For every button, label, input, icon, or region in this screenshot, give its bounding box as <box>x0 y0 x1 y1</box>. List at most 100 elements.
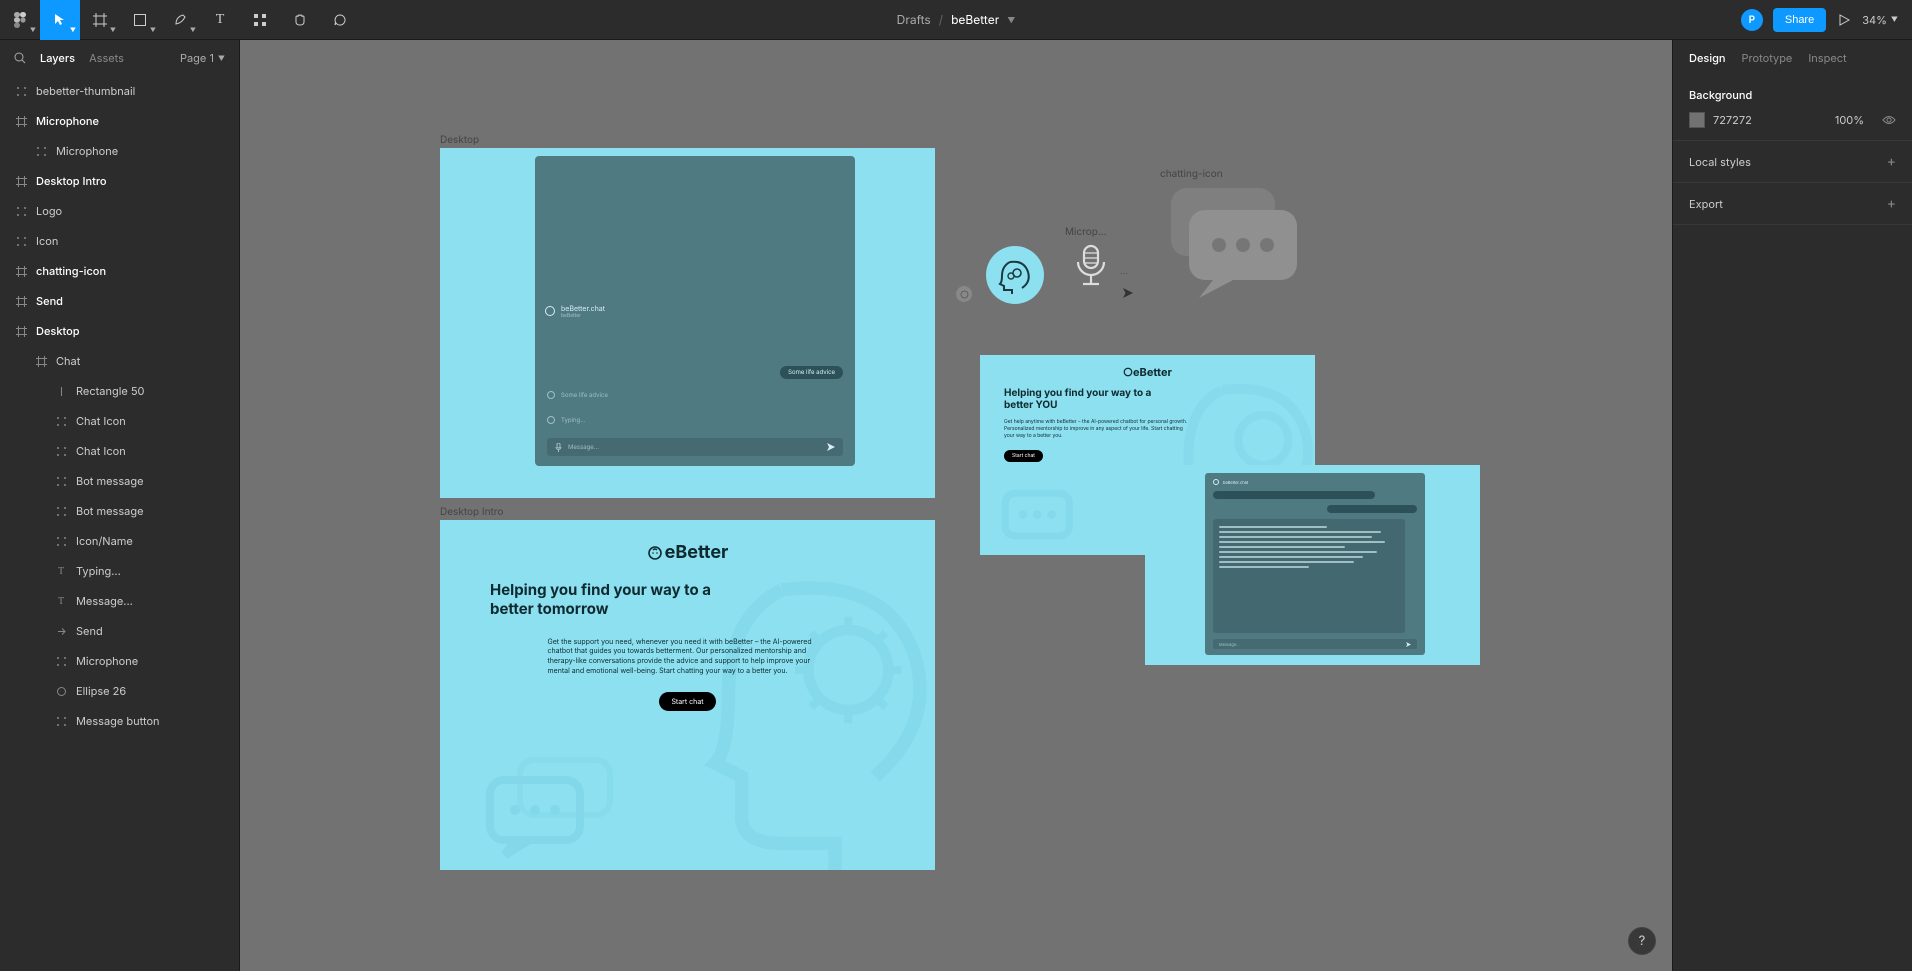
floater-chatting-icon[interactable] <box>1155 180 1315 300</box>
layer-type-icon <box>54 506 68 517</box>
tab-prototype[interactable]: Prototype <box>1742 51 1793 65</box>
move-tool-button[interactable]: ▼ <box>40 0 80 40</box>
chat-input-bar: Message... <box>547 438 843 456</box>
layer-name: bebetter-thumbnail <box>36 84 135 98</box>
bot-avatar-icon <box>547 391 555 399</box>
layer-item[interactable]: Microphone <box>0 136 239 166</box>
floater-send[interactable] <box>1120 285 1136 301</box>
search-icon[interactable] <box>14 52 26 64</box>
layer-type-icon <box>14 116 28 127</box>
layer-name: Send <box>76 624 103 638</box>
main-menu-button[interactable]: ▼ <box>0 0 40 40</box>
layer-type-icon <box>54 626 68 637</box>
layer-item[interactable]: Icon/Name <box>0 526 239 556</box>
frame-label-chatting-icon[interactable]: chatting-icon <box>1160 168 1223 180</box>
layer-item[interactable]: Desktop <box>0 316 239 346</box>
shape-tool-button[interactable]: ▼ <box>120 0 160 40</box>
frame-label-intro[interactable]: Desktop Intro <box>440 506 503 518</box>
send-icon <box>827 443 835 451</box>
tool-group-right: P Share 34% ▼ <box>1741 8 1912 32</box>
color-swatch[interactable] <box>1689 112 1705 128</box>
brand-logo: eBetter <box>490 542 885 563</box>
layer-item[interactable]: TTyping... <box>0 556 239 586</box>
layer-item[interactable]: Send <box>0 286 239 316</box>
pen-icon <box>172 12 188 28</box>
frame-tool-button[interactable]: ▼ <box>80 0 120 40</box>
background-color-row[interactable]: 727272 100% <box>1689 112 1896 128</box>
add-style-button[interactable]: + <box>1887 153 1896 170</box>
zoom-value: 34% <box>1862 13 1887 27</box>
layer-item[interactable]: Bot message <box>0 496 239 526</box>
layer-name: Icon/Name <box>76 534 133 548</box>
layer-item[interactable]: bebetter-thumbnail <box>0 76 239 106</box>
tab-layers[interactable]: Layers <box>40 51 75 65</box>
layer-item[interactable]: Microphone <box>0 106 239 136</box>
layer-type-icon: T <box>54 566 68 577</box>
layer-item[interactable]: Icon <box>0 226 239 256</box>
floater-ellipsis[interactable]: ⋯ <box>1120 268 1136 278</box>
layer-item[interactable]: Chat <box>0 346 239 376</box>
visibility-toggle-icon[interactable] <box>1882 115 1896 125</box>
resources-icon <box>252 12 268 28</box>
small-chat-inputbar: Message... <box>1213 639 1417 649</box>
share-button[interactable]: Share <box>1773 8 1826 32</box>
layer-name: Chat Icon <box>76 444 126 458</box>
bot-message-row: Some life advice <box>547 391 608 399</box>
layer-item[interactable]: Microphone <box>0 646 239 676</box>
local-styles-row[interactable]: Local styles + <box>1689 153 1896 170</box>
tab-inspect[interactable]: Inspect <box>1808 51 1846 65</box>
layer-item[interactable]: Chat Icon <box>0 406 239 436</box>
resources-tool-button[interactable] <box>240 0 280 40</box>
tool-group-left: ▼ ▼ ▼ ▼ ▼ T <box>0 0 360 39</box>
frame-label-desktop[interactable]: Desktop <box>440 134 479 146</box>
layer-item[interactable]: Message button <box>0 706 239 736</box>
layer-item[interactable]: Logo <box>0 196 239 226</box>
layer-item[interactable]: Rectangle 50 <box>0 376 239 406</box>
chatting-icon <box>1155 180 1315 300</box>
layer-item[interactable]: chatting-icon <box>0 256 239 286</box>
brand-text: eBetter <box>665 542 729 563</box>
present-icon[interactable] <box>1836 12 1852 28</box>
bot-message-text: Some life advice <box>561 392 608 399</box>
user-avatar[interactable]: P <box>1741 9 1763 31</box>
layer-name: chatting-icon <box>36 264 106 278</box>
layer-item[interactable]: Bot message <box>0 466 239 496</box>
layer-item[interactable]: Send <box>0 616 239 646</box>
floater-microphone[interactable] <box>1065 240 1117 292</box>
pen-tool-button[interactable]: ▼ <box>160 0 200 40</box>
zoom-dropdown[interactable]: 34% ▼ <box>1862 13 1898 27</box>
floater-logo[interactable] <box>986 246 1044 304</box>
bg-opacity-value[interactable]: 100% <box>1835 113 1864 127</box>
comment-tool-button[interactable] <box>320 0 360 40</box>
section-background: Background 727272 100% <box>1673 76 1912 141</box>
text-tool-button[interactable]: T <box>200 0 240 40</box>
tab-design[interactable]: Design <box>1689 51 1726 65</box>
canvas[interactable]: Desktop beBetter.chat beBetter Some life… <box>240 40 1672 971</box>
layer-name: Desktop <box>36 324 80 338</box>
layer-type-icon <box>54 476 68 487</box>
floater-grey-circle[interactable] <box>956 286 972 302</box>
artboard-desktop-intro[interactable]: eBetter Helping you find your way to a b… <box>440 520 935 870</box>
hand-icon <box>292 12 308 28</box>
file-breadcrumb[interactable]: Drafts / beBetter ▼ <box>897 12 1016 27</box>
page-dropdown[interactable]: Page 1 ▼ <box>180 51 225 65</box>
layer-item[interactable]: Ellipse 26 <box>0 676 239 706</box>
left-panel: Layers Assets Page 1 ▼ bebetter-thumbnai… <box>0 40 240 971</box>
layer-item[interactable]: Desktop Intro <box>0 166 239 196</box>
export-row[interactable]: Export + <box>1689 195 1896 212</box>
hand-tool-button[interactable] <box>280 0 320 40</box>
tab-assets[interactable]: Assets <box>89 51 124 65</box>
page-label: Page 1 <box>180 51 214 65</box>
frame-label-microp[interactable]: Microp... <box>1065 226 1107 238</box>
artboard-desktop[interactable]: beBetter.chat beBetter Some life advice … <box>440 148 935 498</box>
layer-item[interactable]: Chat Icon <box>0 436 239 466</box>
layer-type-icon <box>14 236 28 247</box>
bg-hex-value[interactable]: 727272 <box>1713 113 1752 127</box>
layer-item[interactable]: TMessage... <box>0 586 239 616</box>
help-button[interactable]: ? <box>1628 927 1656 955</box>
section-title-background: Background <box>1689 88 1896 102</box>
chat-bubble-watermark-icon <box>480 750 620 860</box>
add-export-button[interactable]: + <box>1887 195 1896 212</box>
artboard-small-chat[interactable]: beBetter.chat Message... <box>1145 465 1480 665</box>
layer-name: Message... <box>76 594 133 608</box>
